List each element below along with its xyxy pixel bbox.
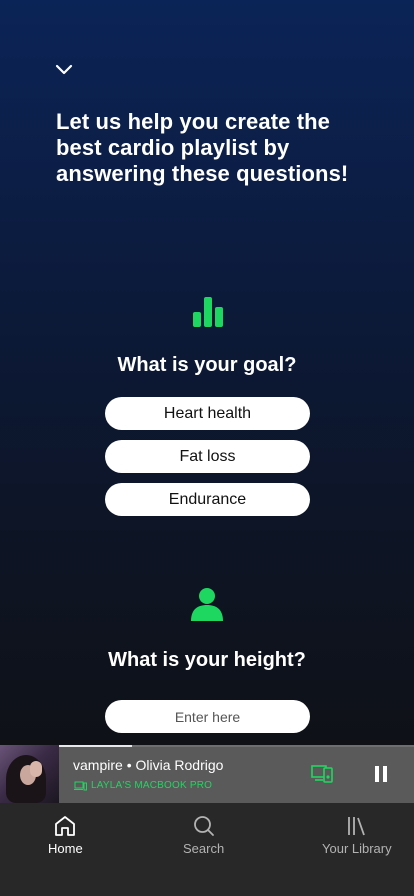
home-icon	[55, 816, 76, 836]
track-info[interactable]: vampire • Olivia Rodrigo	[73, 757, 223, 773]
nav-home-label: Home	[48, 841, 83, 856]
goal-question: What is your goal?	[117, 354, 297, 376]
laptop-icon	[74, 781, 87, 790]
bottom-nav: Home Search Your Library	[0, 803, 414, 896]
device-name: LAYLA'S MACBOOK PRO	[91, 780, 213, 791]
person-icon	[191, 588, 223, 621]
goal-option-fat-loss[interactable]: Fat loss	[105, 440, 310, 473]
chevron-down-icon[interactable]	[54, 62, 74, 76]
artist-name: Olivia Rodrigo	[135, 757, 224, 773]
nav-search[interactable]: Search	[183, 815, 224, 856]
height-input[interactable]	[105, 700, 310, 733]
goal-option-endurance[interactable]: Endurance	[105, 483, 310, 516]
library-icon	[347, 817, 365, 836]
intro-heading: Let us help you create the best cardio p…	[56, 109, 349, 186]
search-icon	[193, 816, 214, 836]
devices-icon[interactable]	[311, 764, 333, 784]
mini-player[interactable]: vampire • Olivia Rodrigo LAYLA'S MACBOOK…	[0, 745, 414, 803]
main-content: Let us help you create the best cardio p…	[0, 0, 414, 745]
nav-search-label: Search	[183, 841, 225, 856]
nav-library[interactable]: Your Library	[322, 815, 392, 856]
goal-option-heart-health[interactable]: Heart health	[105, 397, 310, 430]
pause-icon[interactable]	[374, 766, 388, 782]
nav-library-label: Your Library	[322, 841, 392, 856]
song-title: vampire	[73, 757, 123, 773]
separator: •	[126, 757, 132, 773]
bar-chart-icon	[193, 297, 223, 327]
height-question: What is your height?	[108, 649, 306, 671]
album-art[interactable]	[0, 745, 59, 803]
device-indicator: LAYLA'S MACBOOK PRO	[74, 780, 212, 791]
nav-home[interactable]: Home	[48, 815, 83, 856]
